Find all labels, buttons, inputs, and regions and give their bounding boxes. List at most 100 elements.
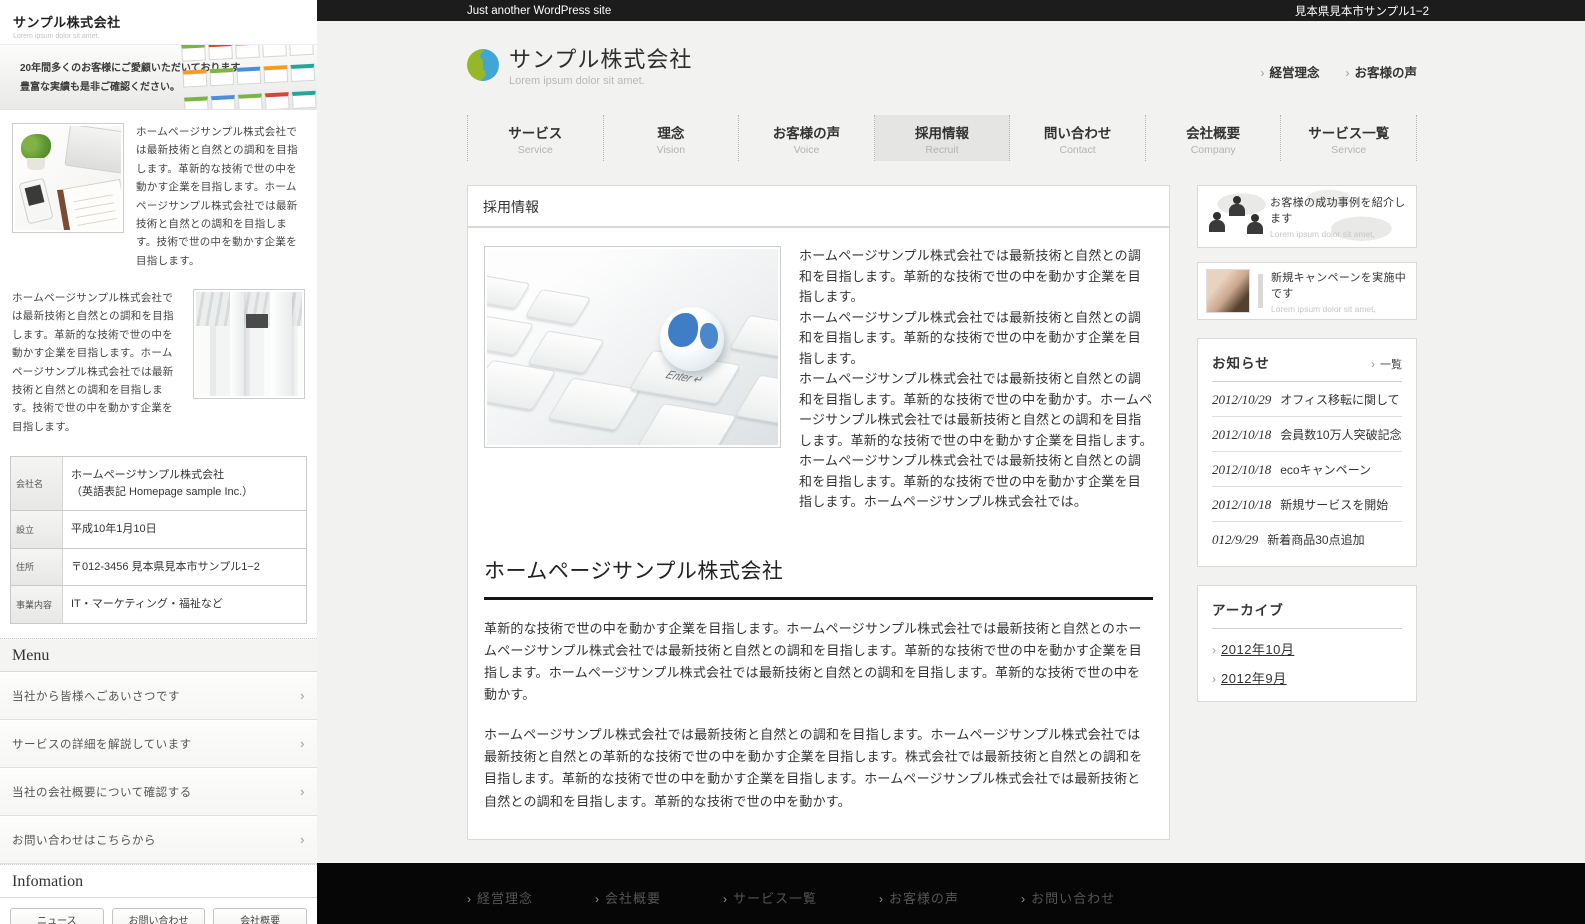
table-row: 設立 平成10年1月10日 [11, 511, 306, 549]
row-label: 住所 [11, 549, 63, 586]
row-value: ホームページサンプル株式会社 （英語表記 Homepage sample Inc… [63, 457, 306, 510]
footer-link-voice[interactable]: ›お客様の声 [879, 888, 959, 907]
chevron-right-icon: › [467, 892, 472, 906]
news-item[interactable]: 012/9/29 新着商品30点追加 [1212, 522, 1402, 556]
news-box: お知らせ ›一覧 2012/10/29 オフィス移転に関して 2012/10/1… [1197, 338, 1417, 567]
chevron-right-icon: › [1371, 357, 1375, 371]
archive-box: アーカイブ ›2012年10月 ›2012年9月 [1197, 585, 1417, 702]
chevron-right-icon: › [1260, 66, 1264, 80]
keyboard-globe-photo: Enter ↵ [484, 246, 781, 448]
chevron-right-icon: › [300, 736, 305, 751]
news-item[interactable]: 2012/10/18 新規サービスを開始 [1212, 487, 1402, 522]
site-tagline: Lorem ipsum dolor sit amet. [509, 75, 692, 87]
tab-contact[interactable]: 問い合わせ Contact [1010, 115, 1146, 161]
wordpress-tagline: Just another WordPress site [467, 5, 611, 17]
sidebar-information: Infomation ニュース お問い合わせ 会社概要 [0, 864, 317, 924]
archive-title: アーカイブ [1212, 599, 1284, 619]
menu-item-company-overview[interactable]: 当社の会社概要について確認する › [0, 768, 317, 816]
address-text: 見本県見本市サンプル1−2 [1295, 3, 1429, 19]
section-heading: ホームページサンプル株式会社 [484, 555, 1153, 600]
header-link-philosophy[interactable]: ›経営理念 [1260, 62, 1319, 81]
divider-bar [1258, 274, 1263, 308]
chevron-right-icon: › [1345, 66, 1349, 80]
footer-link-philosophy[interactable]: ›経営理念 [467, 888, 533, 907]
main-column: Just another WordPress site 見本県見本市サンプル1−… [317, 0, 1585, 863]
logo-icon [464, 46, 502, 84]
tab-service[interactable]: サービス Service [468, 115, 604, 161]
top-bar: Just another WordPress site 見本県見本市サンプル1−… [317, 0, 1585, 21]
about-text-1: ホームページサンプル株式会社では最新技術と自然との調和を目指します。革新的な技術… [136, 123, 305, 270]
footer-link-service-list[interactable]: ›サービス一覧 [723, 888, 817, 907]
sidebar-site-name: サンプル株式会社 [13, 12, 304, 31]
tab-voice[interactable]: お客様の声 Voice [739, 115, 875, 161]
recruit-intro-text: ホームページサンプル株式会社では最新技術と自然との調和を目指します。革新的な技術… [799, 246, 1153, 513]
information-title: Infomation [0, 865, 317, 898]
body-paragraph-2: ホームページサンプル株式会社では最新技術と自然との調和を目指します。ホームページ… [484, 724, 1153, 812]
footer-link-contact[interactable]: ›お問い合わせ [1021, 888, 1115, 907]
chevron-right-icon: › [300, 688, 305, 703]
table-row: 事業内容 IT・マーケティング・福祉など [11, 586, 306, 624]
sidebar-about-block-1: ホームページサンプル株式会社では最新技術と自然との調和を目指します。革新的な技術… [0, 110, 317, 276]
chevron-right-icon: › [300, 784, 305, 799]
table-row: 住所 〒012-3456 見本県見本市サンプル1−2 [11, 549, 306, 587]
contact-button[interactable]: お問い合わせ [112, 908, 206, 924]
building-interior-photo [193, 289, 305, 399]
news-title: お知らせ [1212, 352, 1270, 372]
archive-link-oct[interactable]: ›2012年10月 [1212, 639, 1402, 658]
main-navigation: サービス Service 理念 Vision お客様の声 Voice 採用情報 … [467, 115, 1417, 161]
archive-link-sep[interactable]: ›2012年9月 [1212, 668, 1402, 687]
row-value: 平成10年1月10日 [63, 511, 306, 548]
header-link-voice[interactable]: ›お客様の声 [1345, 62, 1417, 81]
sidebar-about-block-2: ホームページサンプル株式会社では最新技術と自然との調和を目指します。革新的な技術… [0, 276, 317, 442]
sidebar-promo-banner[interactable]: 20年間多くのお客様にご愛顧いただいております。 豊富な実績も是非ご確認ください… [0, 44, 317, 110]
chevron-right-icon: › [879, 892, 884, 906]
footer-link-company[interactable]: ›会社概要 [595, 888, 661, 907]
campaign-banner[interactable]: 新規キャンペーンを実施中です Lorem ipsum dolor sit ame… [1197, 262, 1417, 320]
menu-item-contact[interactable]: お問い合わせはこちらから › [0, 816, 317, 864]
company-info-table: 会社名 ホームページサンプル株式会社 （英語表記 Homepage sample… [10, 456, 307, 624]
row-value: 〒012-3456 見本県見本市サンプル1−2 [63, 549, 306, 586]
business-people-image [1198, 186, 1270, 247]
header-links: ›経営理念 ›お客様の声 [1260, 48, 1417, 81]
row-label: 設立 [11, 511, 63, 548]
chevron-right-icon: › [1021, 892, 1026, 906]
success-stories-banner[interactable]: お客様の成功事例を紹介します Lorem ipsum dolor sit ame… [1197, 185, 1417, 248]
globe-icon [660, 307, 724, 371]
sidebar-menu: Menu 当社から皆様へごあいさつです › サービスの詳細を解説しています › … [0, 638, 317, 864]
tab-service-list[interactable]: サービス一覧 Service [1281, 115, 1416, 161]
footer-links: ›経営理念 ›会社概要 ›サービス一覧 ›お客様の声 ›お問い合わせ [467, 888, 1417, 907]
tab-company[interactable]: 会社概要 Company [1146, 115, 1282, 161]
left-sidebar: サンプル株式会社 Lorem ipsum dolor sit amet. 20年… [0, 0, 317, 914]
page: サンプル株式会社 Lorem ipsum dolor sit amet. 20年… [0, 0, 1585, 924]
chevron-right-icon: › [595, 892, 600, 906]
chevron-right-icon: › [1212, 672, 1216, 686]
news-item[interactable]: 2012/10/18 会員数10万人突破記念 [1212, 417, 1402, 452]
news-item[interactable]: 2012/10/29 オフィス移転に関して [1212, 382, 1402, 417]
tab-vision[interactable]: 理念 Vision [604, 115, 740, 161]
desk-plant-photo [12, 123, 124, 233]
row-value: IT・マーケティング・福祉など [63, 586, 306, 623]
site-header: サンプル株式会社 Lorem ipsum dolor sit amet. ›経営… [467, 21, 1417, 108]
sidebar-site-tagline: Lorem ipsum dolor sit amet. [13, 33, 304, 40]
tab-recruit[interactable]: 採用情報 Recruit [875, 115, 1011, 161]
recruit-article: 採用情報 [467, 185, 1170, 840]
body-paragraph-1: 革新的な技術で世の中を動かす企業を目指します。ホームページサンプル株式会社では最… [484, 618, 1153, 706]
table-row: 会社名 ホームページサンプル株式会社 （英語表記 Homepage sample… [11, 457, 306, 511]
company-button[interactable]: 会社概要 [213, 908, 307, 924]
site-name: サンプル株式会社 [509, 42, 692, 74]
news-button[interactable]: ニュース [10, 908, 104, 924]
campaign-photo [1206, 269, 1250, 313]
chevron-right-icon: › [300, 832, 305, 847]
menu-item-service-detail[interactable]: サービスの詳細を解説しています › [0, 720, 317, 768]
page-title: 採用情報 [468, 186, 1169, 226]
row-label: 会社名 [11, 457, 63, 510]
chevron-right-icon: › [1212, 643, 1216, 657]
about-text-2: ホームページサンプル株式会社では最新技術と自然との調和を目指します。革新的な技術… [12, 289, 181, 436]
news-more-link[interactable]: ›一覧 [1371, 356, 1402, 372]
website-thumbnails-image [181, 44, 317, 110]
row-label: 事業内容 [11, 586, 63, 623]
site-logo[interactable]: サンプル株式会社 Lorem ipsum dolor sit amet. [467, 42, 692, 87]
news-item[interactable]: 2012/10/18 ecoキャンペーン [1212, 452, 1402, 487]
sidebar-logo[interactable]: サンプル株式会社 Lorem ipsum dolor sit amet. [0, 0, 317, 44]
menu-item-greeting[interactable]: 当社から皆様へごあいさつです › [0, 672, 317, 720]
